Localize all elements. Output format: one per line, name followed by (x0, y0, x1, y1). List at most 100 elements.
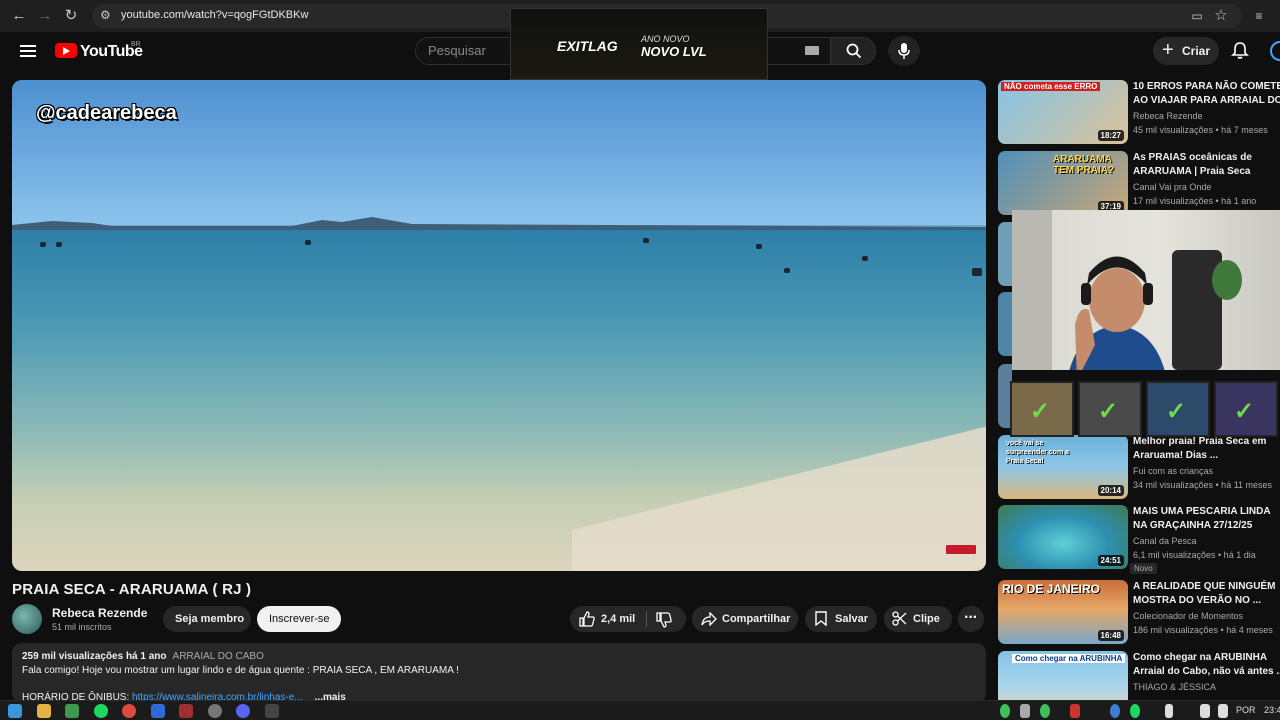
channel-avatar[interactable] (12, 604, 42, 634)
cast-icon[interactable]: ▭ (1188, 7, 1206, 25)
file-explorer-icon[interactable] (37, 704, 51, 718)
dislike-icon[interactable] (656, 612, 672, 628)
notifications-bell-icon[interactable] (1230, 41, 1250, 61)
save-bookmark-icon (815, 611, 827, 626)
view-count-date: 259 mil visualizações há 1 ano (22, 651, 167, 662)
volume-icon[interactable] (1200, 704, 1210, 718)
network-icon[interactable] (1218, 704, 1228, 718)
recommendation-title[interactable]: A REALIDADE QUE NINGUÉM MOSTRA DO VERÃO N… (1133, 580, 1280, 608)
windows-start-icon[interactable] (8, 704, 22, 718)
tray-icon[interactable] (1110, 704, 1120, 718)
subscribe-button[interactable]: Inscrever-se (257, 606, 341, 632)
spotify-icon[interactable] (94, 704, 108, 718)
recommendation-thumbnail[interactable]: você vai se surpreender com a Praia Seca… (998, 435, 1128, 499)
thumbnail-text: NÃO cometa esse ERRO (1001, 82, 1101, 91)
video-player[interactable]: @cadearebeca (12, 80, 986, 571)
subscribe-watermark-badge[interactable] (946, 545, 976, 554)
recommendation-title[interactable]: MAIS UMA PESCARIA LINDA NA GRAÇAINHA 27/1… (1133, 505, 1280, 533)
save-button[interactable]: Salvar (805, 606, 877, 632)
ad-line2: NOVO LVL (641, 44, 707, 59)
voice-search-button[interactable] (888, 36, 920, 66)
menu-icon[interactable] (20, 45, 36, 57)
game-slot[interactable]: ✓ (1078, 381, 1142, 437)
recommendation-thumbnail-partial[interactable] (998, 222, 1012, 286)
scissors-icon (892, 611, 907, 626)
forward-icon[interactable]: → (36, 7, 54, 25)
recommendation-item[interactable]: você vai se surpreender com a Praia Seca… (998, 435, 1280, 501)
reading-list-icon[interactable]: ≡ (1250, 7, 1268, 25)
site-settings-icon[interactable]: ⚙ (100, 8, 111, 22)
recommendation-thumbnail[interactable]: Como chegar na ARUBINHA (998, 651, 1128, 700)
create-button[interactable]: + Criar (1153, 37, 1219, 65)
tray-icon[interactable] (1020, 704, 1030, 718)
share-button[interactable]: Compartilhar (692, 606, 798, 632)
recommendation-item[interactable]: NÃO cometa esse ERRO 18:27 10 ERROS PARA… (998, 80, 1280, 146)
tray-icon[interactable] (1000, 704, 1010, 718)
more-dots-icon: ··· (964, 609, 978, 626)
duration-badge: 20:14 (1097, 485, 1124, 496)
like-count[interactable]: 2,4 mil (601, 613, 635, 625)
chrome-icon[interactable] (122, 704, 136, 718)
app-icon[interactable] (179, 704, 193, 718)
check-icon: ✓ (1098, 398, 1119, 425)
recommendation-title[interactable]: 10 ERROS PARA NÃO COMETER AO VIAJAR PARA … (1133, 80, 1280, 108)
app-icon[interactable] (265, 704, 279, 718)
tray-icon[interactable] (1130, 704, 1140, 718)
recommendation-channel[interactable]: THIAGO & JÉSSICA (1133, 682, 1216, 692)
recommendation-title[interactable]: Melhor praia! Praia Seca em Araruama! Dia… (1133, 435, 1280, 463)
description-box[interactable]: 259 mil visualizações há 1 ano ARRAIAL DO… (12, 643, 986, 703)
channel-name[interactable]: Rebeca Rezende (52, 606, 147, 620)
recommendation-channel[interactable]: Rebeca Rezende (1133, 111, 1203, 121)
recommendation-thumbnail[interactable]: RIO DE JANEIRO 16:48 (998, 580, 1128, 644)
recommendation-thumbnail[interactable]: ARARUAMA TEM PRAIA? 37:19 (998, 151, 1128, 215)
recommendation-channel[interactable]: Canal da Pesca (1133, 536, 1197, 546)
tray-icon[interactable] (1040, 704, 1050, 718)
system-clock[interactable]: 23:4 (1264, 705, 1280, 715)
exitlag-ad-overlay[interactable]: EXITLAG ANO NOVO NOVO LVL (510, 8, 768, 80)
streamer-figure (1069, 256, 1165, 370)
recommendation-item[interactable]: 24:51 MAIS UMA PESCARIA LINDA NA GRAÇAINH… (998, 505, 1280, 574)
search-button[interactable] (830, 37, 876, 65)
recommendation-thumbnail[interactable]: NÃO cometa esse ERRO 18:27 (998, 80, 1128, 144)
app-icon[interactable] (151, 704, 165, 718)
tray-icon[interactable] (1070, 704, 1080, 718)
youtube-logo-icon[interactable] (55, 43, 77, 58)
join-button[interactable]: Seja membro (163, 606, 251, 632)
app-icon[interactable] (208, 704, 222, 718)
like-icon[interactable] (579, 611, 595, 627)
discord-icon[interactable] (236, 704, 250, 718)
store-icon[interactable] (65, 704, 79, 718)
recommendation-meta: 17 mil visualizações • há 1 ano (1133, 196, 1257, 206)
ad-brand: EXITLAG (557, 38, 618, 54)
account-avatar[interactable] (1270, 41, 1280, 61)
country-code: BR (131, 41, 141, 48)
keyboard-icon[interactable] (805, 46, 819, 55)
reload-icon[interactable]: ↻ (62, 7, 80, 25)
game-slot[interactable]: ✓ (1214, 381, 1278, 437)
thumbnail-text: ARARUAMA TEM PRAIA? (1053, 154, 1115, 176)
recommendation-item[interactable]: ARARUAMA TEM PRAIA? 37:19 As PRAIAS oceâ… (998, 151, 1280, 217)
recommendation-title[interactable]: As PRAIAS oceânicas de ARARUAMA | Praia S… (1133, 151, 1280, 179)
check-icon: ✓ (1166, 398, 1187, 425)
swimmer (756, 244, 762, 249)
recommendation-meta: 6,1 mil visualizações • há 1 dia (1133, 550, 1256, 560)
clip-button[interactable]: Clipe (884, 606, 952, 632)
ad-line1: ANO NOVO (641, 34, 690, 44)
recommendation-channel[interactable]: Fui com as crianças (1133, 466, 1213, 476)
recommendation-thumbnail[interactable]: 24:51 (998, 505, 1128, 569)
back-icon[interactable]: ← (10, 7, 28, 25)
recommendation-title[interactable]: Como chegar na ARUBINHA Arraial do Cabo, … (1133, 651, 1280, 679)
game-slot[interactable]: ✓ (1146, 381, 1210, 437)
bookmark-star-icon[interactable]: ☆ (1212, 7, 1230, 25)
location-tag[interactable]: ARRAIAL DO CABO (173, 651, 264, 662)
recommendation-item[interactable]: Como chegar na ARUBINHA Como chegar na A… (998, 651, 1280, 700)
microphone-tray-icon[interactable] (1165, 704, 1173, 718)
more-actions-button[interactable]: ··· (958, 606, 984, 632)
game-slot[interactable]: ✓ (1010, 381, 1074, 437)
recommendation-thumbnail-partial[interactable] (998, 292, 1012, 356)
thumbnail-text: você vai se surpreender com a Praia Seca… (1006, 440, 1070, 465)
recommendation-channel[interactable]: Canal Vai pra Onde (1133, 182, 1211, 192)
recommendation-item[interactable]: RIO DE JANEIRO 16:48 A REALIDADE QUE NIN… (998, 580, 1280, 646)
recommendation-channel[interactable]: Colecionador de Momentos (1133, 611, 1243, 621)
input-language[interactable]: POR (1236, 705, 1256, 715)
